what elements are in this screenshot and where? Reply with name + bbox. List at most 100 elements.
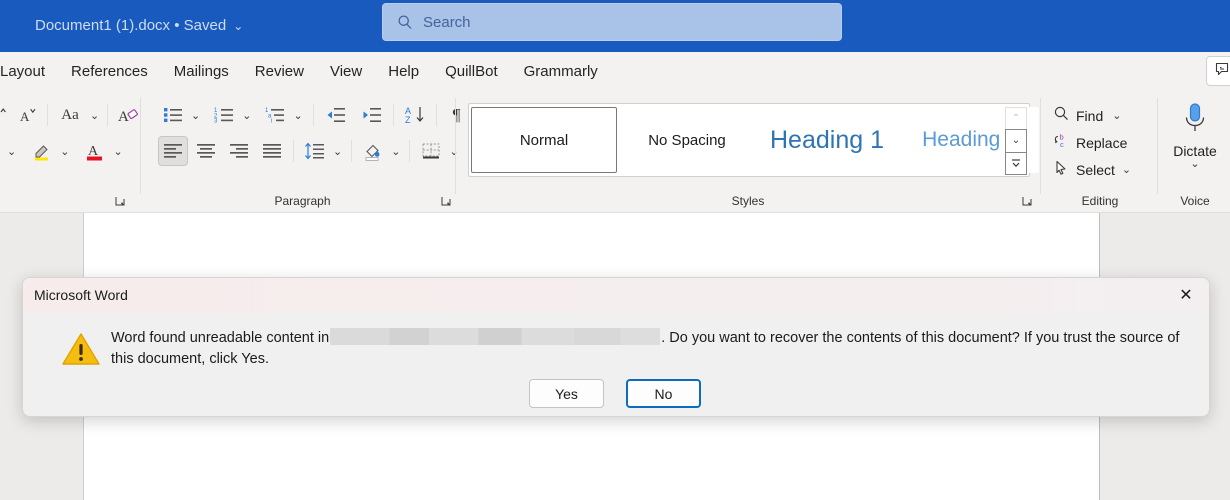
svg-text:A: A — [20, 109, 30, 124]
style-no-spacing[interactable]: No Spacing — [621, 107, 753, 173]
dialog-message: Word found unreadable content in. Do you… — [111, 328, 1201, 370]
ribbon: A A Aa ⌄ A A ⌄ — [0, 92, 1230, 213]
change-case-chevron-icon[interactable]: ⌄ — [87, 109, 102, 122]
borders-button[interactable] — [416, 136, 446, 166]
divider — [107, 104, 109, 126]
dictate-label: Dictate — [1173, 143, 1217, 159]
tab-references[interactable]: References — [59, 58, 160, 86]
increase-indent-button[interactable] — [357, 100, 387, 130]
divider — [293, 140, 294, 162]
ribbon-group-paragraph: ⌄ 1 2 3 ⌄ 1 a i ⌄ A Z ¶ ⌄ ⌄ Paragraph — [150, 92, 461, 212]
decrease-indent-button[interactable] — [321, 100, 351, 130]
svg-text:Z: Z — [405, 115, 411, 125]
grow-font-button[interactable]: A — [0, 100, 12, 130]
find-label: Find — [1076, 107, 1104, 124]
font-dialog-launcher[interactable] — [114, 195, 127, 208]
tab-review[interactable]: Review — [243, 58, 316, 86]
microphone-icon — [1179, 102, 1211, 141]
styles-dialog-launcher[interactable] — [1021, 195, 1034, 208]
align-right-button[interactable] — [224, 136, 254, 166]
dialog-title: Microsoft Word — [34, 287, 128, 303]
no-button[interactable]: No — [626, 379, 701, 408]
dialog-message-before: Word found unreadable content in — [111, 330, 330, 346]
dictate-button[interactable]: Dictate ⌄ — [1160, 100, 1230, 170]
ribbon-group-editing: Find ⌄ b c Replace Select ⌄ Editing — [1042, 92, 1158, 212]
divider — [47, 104, 48, 126]
select-button[interactable]: Select ⌄ — [1050, 156, 1158, 183]
shading-chevron-icon[interactable]: ⌄ — [388, 145, 403, 158]
replace-button[interactable]: b c Replace — [1050, 129, 1158, 156]
close-icon[interactable]: ✕ — [1163, 278, 1209, 312]
tab-view[interactable]: View — [318, 58, 374, 86]
align-center-button[interactable] — [191, 136, 221, 166]
ribbon-group-voice: Dictate ⌄ Voice — [1160, 92, 1230, 212]
tab-help[interactable]: Help — [376, 58, 431, 86]
comments-button[interactable] — [1206, 56, 1230, 86]
styles-gallery: Normal No Spacing Heading 1 Heading 2 ⌃ ⌄ — [468, 103, 1039, 177]
change-case-button[interactable]: Aa — [53, 100, 87, 130]
multilevel-list-button[interactable]: 1 a i — [260, 100, 290, 130]
divider — [312, 104, 314, 126]
search-icon — [1053, 105, 1070, 127]
svg-text:A: A — [118, 109, 129, 125]
sort-button[interactable]: A Z — [400, 100, 430, 130]
styles-scroll-up-button[interactable]: ⌃ — [1005, 107, 1027, 131]
group-divider — [1040, 98, 1041, 194]
select-chevron-icon[interactable]: ⌄ — [1119, 163, 1134, 176]
styles-more-button[interactable] — [1005, 151, 1027, 175]
svg-text:3: 3 — [214, 119, 218, 124]
styles-group-label: Styles — [731, 194, 765, 208]
tab-mailings[interactable]: Mailings — [162, 58, 241, 86]
cursor-icon — [1053, 159, 1070, 181]
bullets-button[interactable] — [158, 100, 188, 130]
ribbon-group-font: A A Aa ⌄ A A ⌄ — [0, 92, 139, 212]
tab-grammarly[interactable]: Grammarly — [512, 58, 610, 86]
ribbon-tab-strip: Layout References Mailings Review View Help Qu… — [0, 52, 1230, 92]
justify-button[interactable] — [257, 136, 287, 166]
tab-quillbot[interactable]: QuillBot — [433, 58, 510, 86]
document-title[interactable]: Document1 (1).docx • Saved ⌄ — [35, 12, 243, 40]
line-spacing-button[interactable] — [300, 136, 330, 166]
highlight-chevron-icon[interactable]: ⌄ — [57, 145, 72, 158]
redacted-filename — [330, 328, 661, 345]
paragraph-dialog-launcher[interactable] — [440, 195, 453, 208]
replace-icon: b c — [1053, 132, 1070, 154]
find-chevron-icon[interactable]: ⌄ — [1109, 109, 1124, 122]
multilevel-chevron-icon[interactable]: ⌄ — [290, 109, 305, 122]
search-placeholder: Search — [423, 13, 471, 31]
line-spacing-chevron-icon[interactable]: ⌄ — [330, 145, 345, 158]
font-color-button[interactable]: A — [80, 136, 110, 166]
warning-triangle-icon — [61, 331, 101, 367]
title-bar: Document1 (1).docx • Saved ⌄ Search — [0, 0, 1230, 52]
shrink-font-button[interactable]: A — [12, 100, 42, 130]
document-title-label: Document1 (1).docx • Saved — [35, 17, 227, 34]
shading-button[interactable] — [358, 136, 388, 166]
style-heading-1[interactable]: Heading 1 — [757, 107, 897, 173]
group-divider — [455, 98, 456, 194]
bullets-chevron-icon[interactable]: ⌄ — [188, 109, 203, 122]
numbering-chevron-icon[interactable]: ⌄ — [239, 109, 254, 122]
select-label: Select — [1076, 161, 1115, 178]
find-button[interactable]: Find ⌄ — [1050, 102, 1158, 129]
divider — [435, 104, 437, 126]
divider — [409, 140, 411, 162]
text-highlight-color-button[interactable] — [27, 136, 57, 166]
styles-scroll-down-button[interactable]: ⌄ — [1005, 129, 1027, 153]
font-color-chevron-icon[interactable]: ⌄ — [110, 145, 125, 158]
tab-layout[interactable]: Layout — [0, 58, 57, 86]
chevron-down-icon[interactable]: ⌄ — [233, 19, 243, 33]
style-normal[interactable]: Normal — [471, 107, 617, 173]
editing-group-label: Editing — [1081, 194, 1119, 208]
search-input[interactable]: Search — [382, 3, 842, 41]
search-icon — [397, 14, 413, 30]
dictate-chevron-icon[interactable]: ⌄ — [1190, 159, 1199, 170]
text-effects-chevron-icon[interactable]: ⌄ — [4, 145, 19, 158]
align-left-button[interactable] — [158, 136, 188, 166]
replace-label: Replace — [1076, 134, 1128, 151]
numbering-button[interactable]: 1 2 3 — [209, 100, 239, 130]
group-divider — [140, 98, 141, 194]
ribbon-group-styles: Normal No Spacing Heading 1 Heading 2 ⌃ ⌄ S… — [458, 92, 1039, 212]
svg-text:i: i — [271, 119, 272, 124]
dialog-title-bar: Microsoft Word — [23, 278, 1209, 312]
yes-button[interactable]: Yes — [529, 379, 604, 408]
